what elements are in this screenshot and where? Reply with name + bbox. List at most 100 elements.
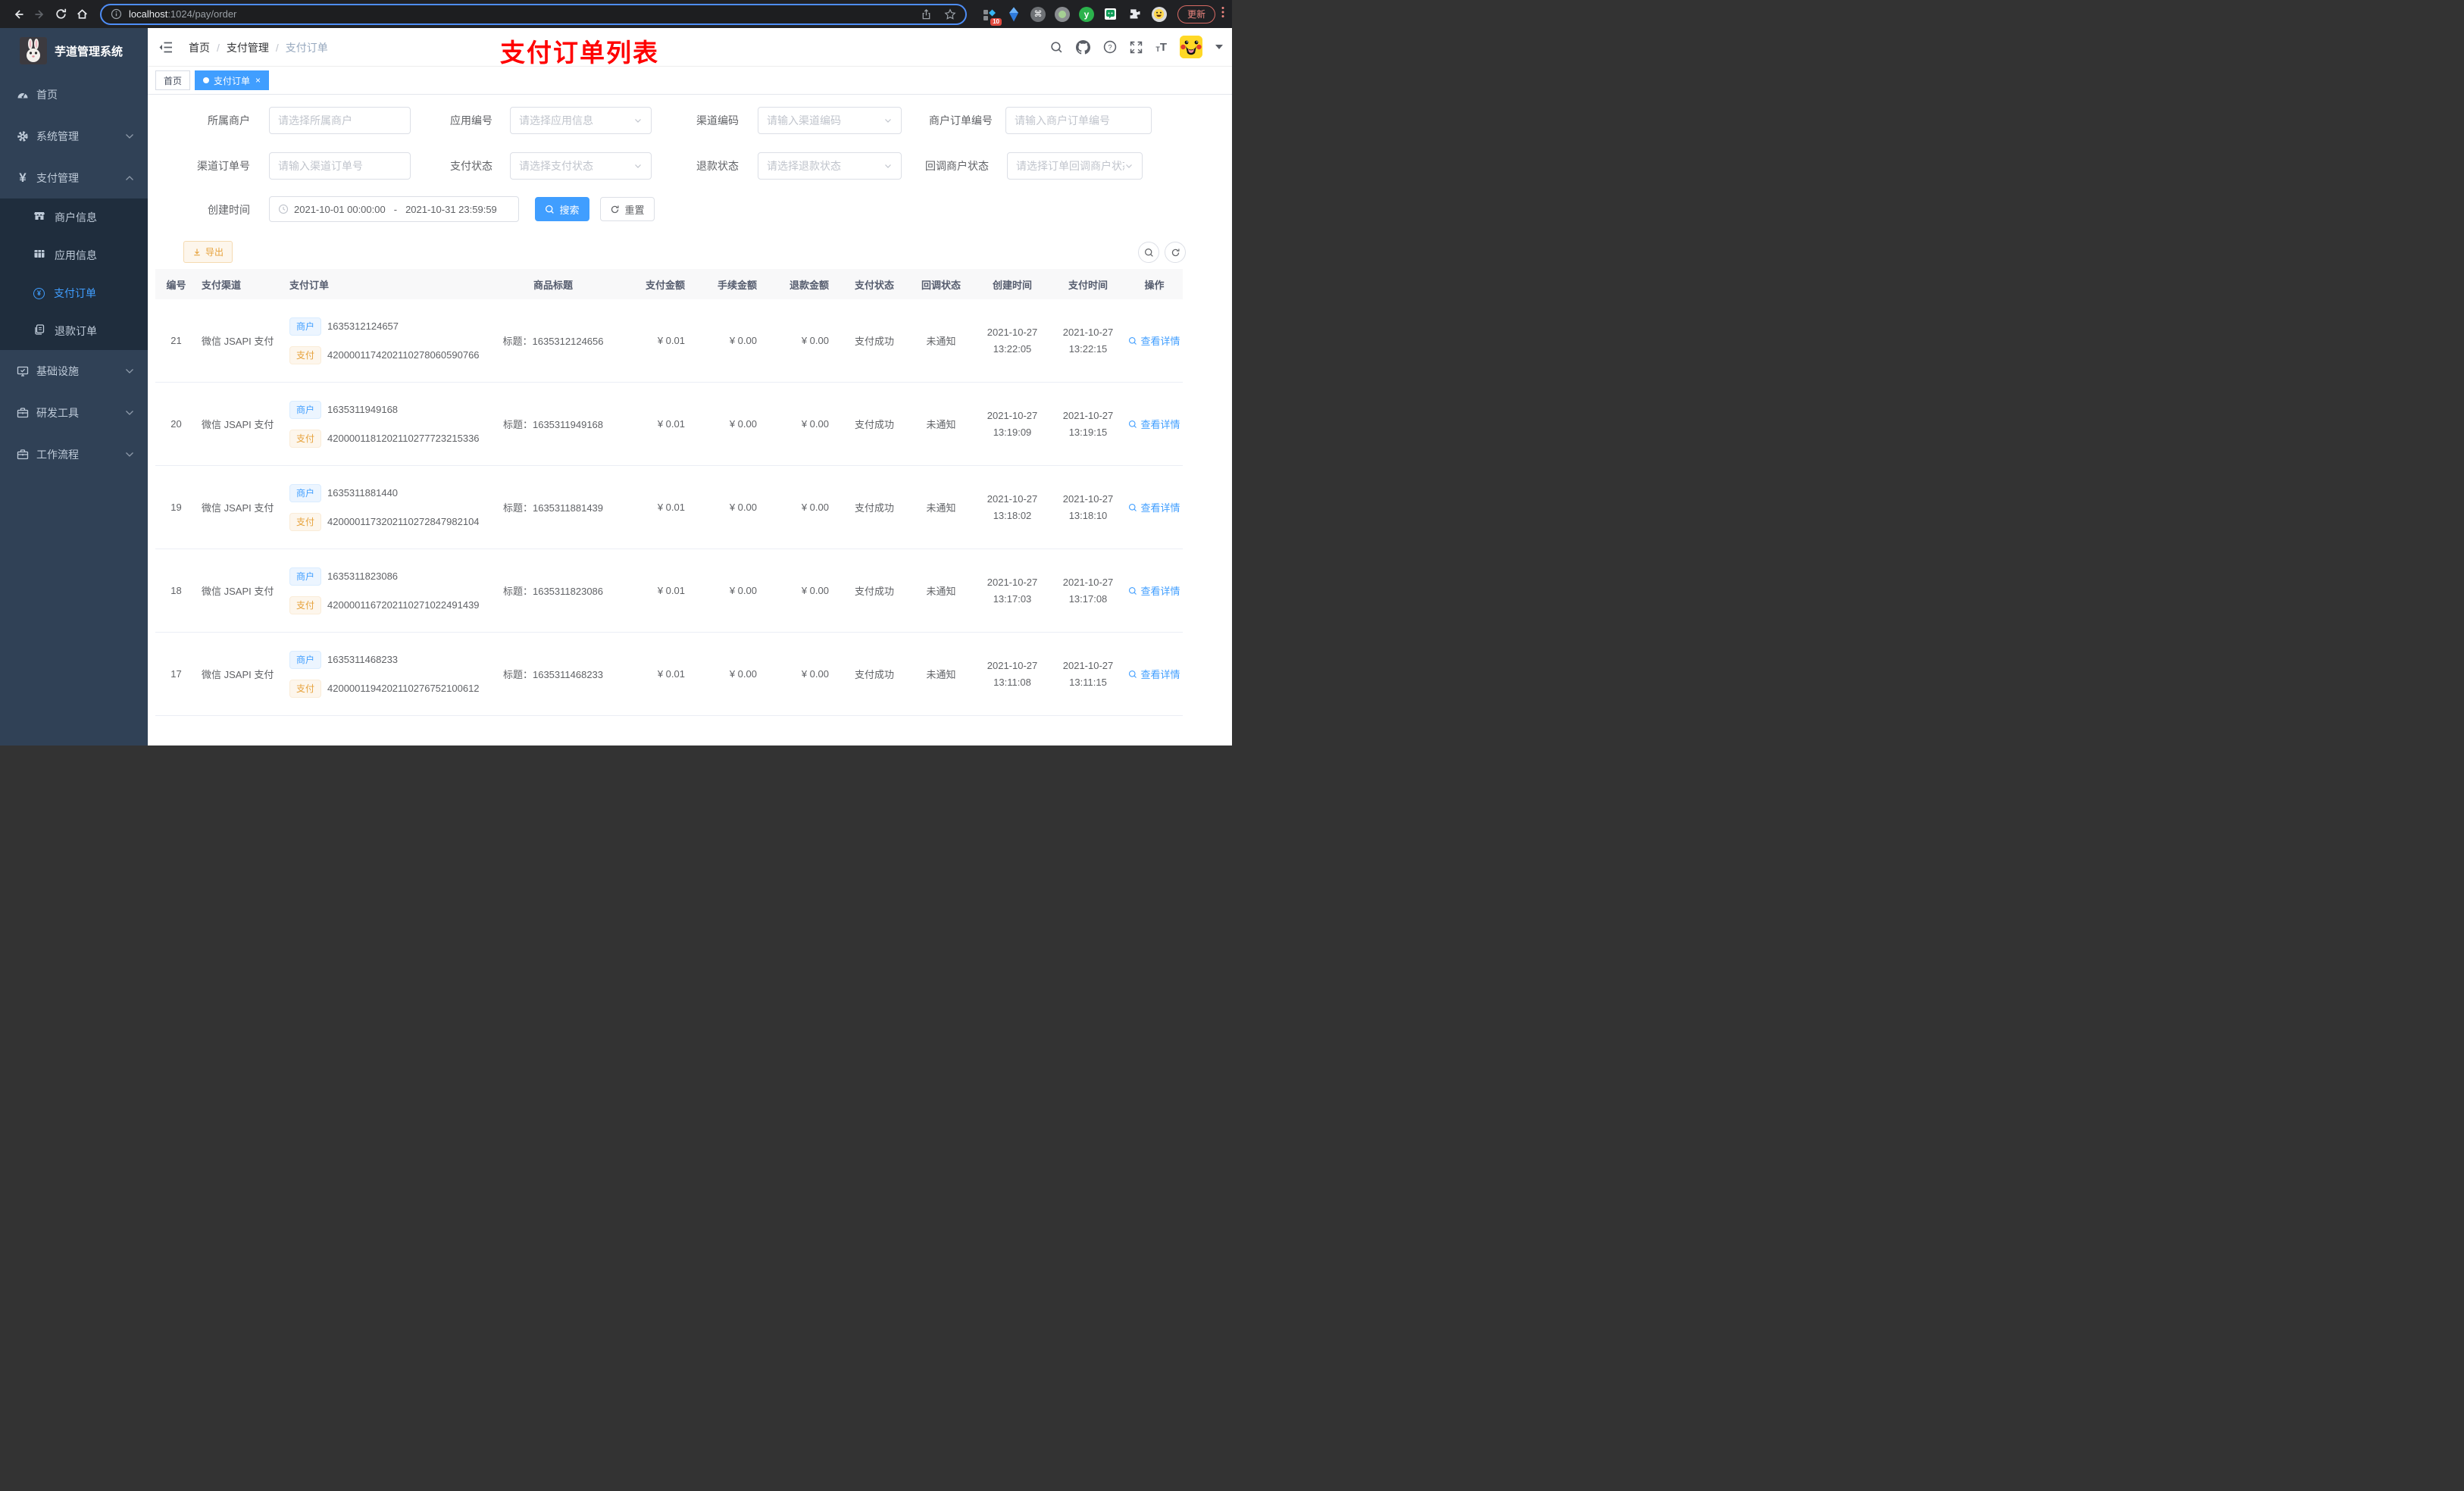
extensions-puzzle-icon[interactable]: [1126, 5, 1144, 23]
sidebar-item-pay-orders[interactable]: ¥ 支付订单: [0, 274, 148, 312]
sidebar-item-merchant-info[interactable]: 商户信息: [0, 198, 148, 236]
help-icon[interactable]: ?: [1103, 40, 1117, 54]
monitor-icon: [17, 365, 29, 377]
forward-button[interactable]: [29, 4, 50, 25]
yen-icon: ¥: [19, 170, 27, 185]
sidebar-item-infrastructure[interactable]: 基础设施: [0, 350, 148, 392]
sidebar-item-app-info[interactable]: 应用信息: [0, 236, 148, 274]
app-select[interactable]: 请选择应用信息: [510, 107, 652, 134]
filter-label-merchant: 所属商户: [208, 114, 250, 127]
tab-home[interactable]: 首页: [155, 70, 191, 90]
notify-status-select[interactable]: 请选择订单回调商户状态: [1007, 152, 1143, 180]
sidebar-item-system[interactable]: 系统管理: [0, 115, 148, 157]
back-button[interactable]: [8, 4, 29, 25]
pay-amount: ¥ 0.01: [657, 502, 685, 513]
table-row-partial: 商户 1635311251796: [155, 716, 1183, 746]
refresh-button[interactable]: [1165, 242, 1186, 263]
avatar-caret-icon[interactable]: [1215, 45, 1223, 49]
chevron-down-icon: [125, 448, 134, 461]
pay-channel: 微信 JSAPI 支付: [202, 502, 274, 514]
home-button[interactable]: [71, 4, 92, 25]
view-details-link[interactable]: 查看详情: [1128, 583, 1180, 598]
active-tab-dot: [203, 77, 210, 83]
chrome-menu-icon[interactable]: [1221, 6, 1224, 22]
paid-time: 2021-10-27 13:22:15: [1062, 326, 1114, 355]
created-time: 2021-10-27 13:22:05: [987, 326, 1038, 355]
extension-y-icon[interactable]: y: [1077, 5, 1096, 23]
reset-button[interactable]: 重置: [600, 197, 655, 221]
extension-blocks-icon[interactable]: 10: [980, 5, 1002, 26]
view-details-link[interactable]: 查看详情: [1128, 500, 1180, 514]
extension-chat-icon[interactable]: [1102, 5, 1120, 23]
profile-emoji-avatar[interactable]: [1150, 5, 1168, 23]
table-row: 18 微信 JSAPI 支付 商户 1635311823086 支付 42000…: [155, 549, 1183, 633]
sidebar-item-dev-tools[interactable]: 研发工具: [0, 392, 148, 433]
pay-order-cell: 商户 1635311468233 支付 42000011942021102767…: [280, 650, 481, 698]
github-icon[interactable]: [1076, 39, 1091, 55]
view-details-link[interactable]: 查看详情: [1128, 667, 1180, 681]
sidebar-fold-icon[interactable]: [158, 41, 173, 58]
grid-table-icon: [33, 248, 45, 264]
pay-status-select[interactable]: 请选择支付状态: [510, 152, 652, 180]
breadcrumb-payment[interactable]: 支付管理: [227, 40, 269, 55]
extension-command-icon[interactable]: ⌘: [1029, 5, 1047, 23]
channel-order-no: 4200001173202110272847982104: [327, 516, 480, 527]
channel-order-no: 4200001181202110277723215336: [327, 433, 480, 444]
user-avatar[interactable]: [1180, 36, 1202, 58]
extension-badge: 10: [990, 17, 1002, 26]
table-header: 编号 支付渠道 支付订单 商品标题 支付金额 手续金额 退款金额 支付状态 回调…: [155, 269, 1183, 299]
pay-order-cell: 商户 1635312124657 支付 42000011742021102780…: [280, 317, 481, 364]
pay-order-cell: 商户 1635311881440 支付 42000011732021102728…: [280, 483, 481, 531]
font-size-icon[interactable]: TT: [1155, 42, 1167, 53]
bookmark-star-icon[interactable]: [944, 8, 956, 20]
pay-order-cell: 商户 1635311949168 支付 42000011812021102777…: [280, 400, 481, 448]
payment-submenu: 商户信息 应用信息 ¥ 支付订单 退款订单: [0, 198, 148, 350]
pay-order-cell: 商户 1635311823086 支付 42000011672021102710…: [280, 567, 481, 614]
toolbox-icon: [17, 407, 29, 419]
date-start: 2021-10-01 00:00:00: [294, 203, 386, 215]
channel-code-select[interactable]: 请输入渠道编码: [758, 107, 902, 134]
pay-status: 支付成功: [854, 669, 894, 680]
address-bar[interactable]: localhost:1024/pay/order: [100, 3, 967, 25]
date-end: 2021-10-31 23:59:59: [405, 203, 497, 215]
search-icon[interactable]: [1050, 41, 1063, 54]
sidebar-item-refund-orders[interactable]: 退款订单: [0, 312, 148, 350]
tab-pay-orders[interactable]: 支付订单 ×: [195, 70, 270, 90]
sidebar-item-workflow[interactable]: 工作流程: [0, 433, 148, 475]
fullscreen-icon[interactable]: [1130, 41, 1143, 54]
merchant-order-no: 1635311949168: [327, 404, 399, 415]
close-tab-icon[interactable]: ×: [255, 75, 261, 86]
paid-time: 2021-10-27 13:11:15: [1062, 659, 1114, 688]
pay-amount: ¥ 0.01: [657, 585, 685, 596]
breadcrumb-home[interactable]: 首页: [189, 40, 210, 55]
app-header: 首页 / 支付管理 / 支付订单 支付订单列表 ? TT: [148, 28, 1232, 67]
site-info-icon[interactable]: [111, 8, 122, 20]
share-icon[interactable]: [921, 8, 932, 20]
search-button[interactable]: 搜索: [535, 197, 589, 221]
fee-amount: ¥ 0.00: [729, 335, 757, 346]
briefcase-icon: [17, 449, 29, 461]
sidebar-item-home[interactable]: 首页: [0, 73, 148, 115]
extension-kite-icon[interactable]: [1005, 5, 1023, 23]
update-button[interactable]: 更新: [1177, 5, 1215, 23]
view-details-link[interactable]: 查看详情: [1128, 417, 1180, 431]
order-id: 17: [170, 668, 182, 680]
product-title: 标题：1635311949168: [502, 419, 604, 430]
pay-channel: 微信 JSAPI 支付: [202, 669, 274, 680]
shop-icon: [33, 210, 45, 226]
reload-button[interactable]: [50, 4, 71, 25]
sidebar: 芋道管理系统 首页 系统管理 ¥ 支付管理 商户信息 应用信息 ¥ 支付订单 退…: [0, 28, 148, 746]
create-time-range-picker[interactable]: 2021-10-01 00:00:00 - 2021-10-31 23:59:5…: [269, 196, 519, 222]
refund-amount: ¥ 0.00: [801, 502, 829, 513]
filter-label-pay-status: 支付状态: [450, 160, 492, 172]
view-details-link[interactable]: 查看详情: [1128, 333, 1180, 348]
extension-dot-icon[interactable]: [1053, 5, 1071, 23]
toggle-search-button[interactable]: [1138, 242, 1159, 263]
app-logo[interactable]: 芋道管理系统: [0, 28, 148, 73]
url-text: localhost:1024/pay/order: [129, 8, 237, 20]
yen-circle-icon: ¥: [33, 287, 45, 299]
export-button[interactable]: 导出: [183, 241, 233, 263]
merchant-order-no-input[interactable]: 请输入商户订单编号: [1005, 107, 1152, 134]
table-body: 21 微信 JSAPI 支付 商户 1635312124657 支付 42000…: [155, 299, 1183, 716]
sidebar-item-payment[interactable]: ¥ 支付管理: [0, 157, 148, 198]
